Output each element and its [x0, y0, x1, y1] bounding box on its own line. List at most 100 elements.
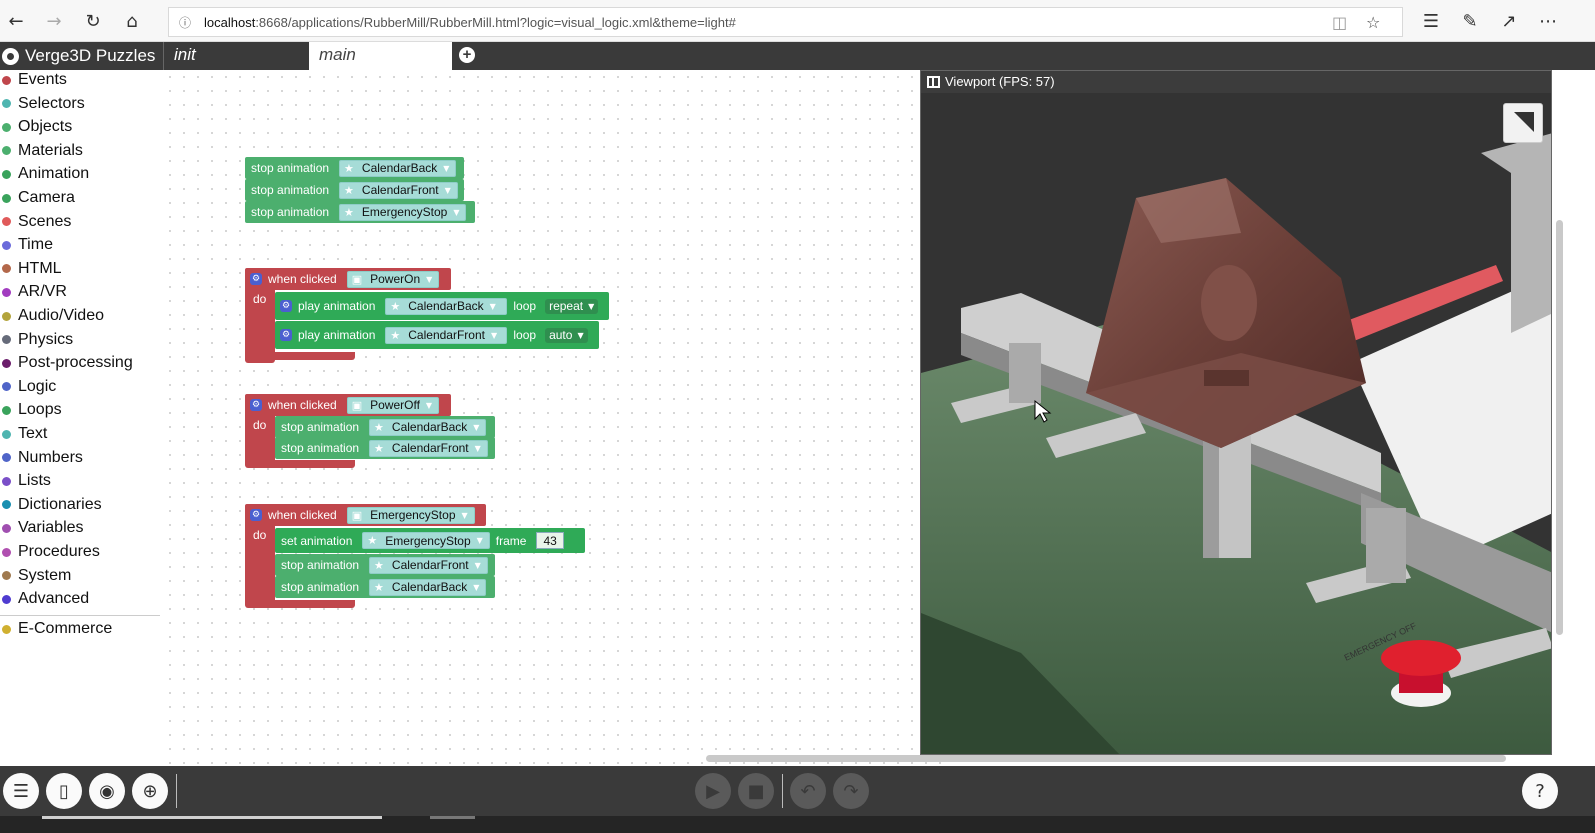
animation-selector[interactable]: ★ CalendarFront ▼	[369, 439, 488, 457]
url-text[interactable]: localhost:8668/applications/RubberMill/R…	[204, 15, 736, 30]
when-clicked-header[interactable]: ⚙ when clicked ▣ PowerOn ▼	[245, 268, 451, 290]
stop-animation-block[interactable]: stop animation ★ CalendarBack ▼	[275, 416, 495, 438]
run-button[interactable]: ▶	[695, 773, 731, 809]
favorite-star-icon[interactable]: ☆	[1366, 13, 1380, 32]
when-clicked-header[interactable]: ⚙ when clicked ▣ EmergencyStop ▼	[245, 504, 486, 526]
category-label: Objects	[18, 118, 73, 136]
address-bar[interactable]: ⓘ localhost:8668/applications/RubberMill…	[168, 7, 1403, 37]
taskbar-indicator	[42, 816, 382, 819]
gear-icon[interactable]: ⚙	[250, 399, 262, 411]
vertical-scrollbar[interactable]	[1556, 220, 1563, 635]
toolbox-category-ar-vr[interactable]: AR/VR	[0, 281, 67, 303]
toolbox-category-procedures[interactable]: Procedures	[0, 541, 100, 563]
puzzle-workspace[interactable]: stop animation ★ CalendarBack ▼ stop anima…	[163, 70, 943, 782]
toolbox-category-time[interactable]: Time	[0, 234, 53, 256]
category-color-dot	[2, 99, 11, 109]
stop-animation-block[interactable]: stop animation ★ EmergencyStop ▼	[245, 201, 475, 223]
animation-selector[interactable]: ★ CalendarBack ▼	[339, 159, 457, 177]
info-icon[interactable]: ⓘ	[179, 14, 191, 31]
favorites-list-icon[interactable]: ☰	[1418, 9, 1444, 35]
pen-icon[interactable]: ✎	[1457, 9, 1483, 35]
toolbox-category-post-processing[interactable]: Post-processing	[0, 352, 133, 374]
object-selector[interactable]: ▣ EmergencyStop ▼	[346, 506, 475, 524]
add-tab-icon[interactable]: +	[459, 47, 475, 63]
toolbox-category-events[interactable]: Events	[0, 69, 67, 91]
play-animation-block[interactable]: ⚙ play animation ★ CalendarBack ▼ loop rep…	[275, 292, 609, 320]
animation-selector[interactable]: ★ CalendarFront ▼	[385, 326, 508, 344]
toolbox-category-variables[interactable]: Variables	[0, 517, 84, 539]
reading-view-icon[interactable]: ◫	[1332, 13, 1347, 32]
gear-icon[interactable]: ⚙	[280, 300, 292, 312]
toolbox-category-lists[interactable]: Lists	[0, 470, 51, 492]
play-animation-block[interactable]: ⚙ play animation ★ CalendarFront ▼ loop au…	[275, 321, 599, 349]
redo-button[interactable]: ↷	[833, 773, 869, 809]
back-arrow-icon[interactable]: ←	[3, 9, 29, 35]
category-color-dot	[2, 358, 11, 368]
stop-animation-block[interactable]: stop animation ★ CalendarBack ▼	[275, 576, 495, 598]
fullscreen-button[interactable]	[1503, 103, 1543, 143]
toolbox-category-objects[interactable]: Objects	[0, 116, 72, 138]
cube-icon: ▣	[351, 508, 363, 522]
toolbox-category-text[interactable]: Text	[0, 423, 47, 445]
save-button[interactable]: ■	[738, 773, 774, 809]
toolbox-category-camera[interactable]: Camera	[0, 187, 75, 209]
stop-animation-block[interactable]: stop animation ★ CalendarFront ▼	[275, 437, 495, 459]
menu-button[interactable]: ☰	[3, 773, 39, 809]
category-label: Scenes	[18, 212, 72, 230]
stop-animation-block[interactable]: stop animation ★ CalendarBack ▼	[245, 157, 464, 179]
stop-animation-block[interactable]: stop animation ★ CalendarFront ▼	[245, 179, 464, 201]
tab-init[interactable]: init	[163, 42, 303, 70]
3d-scene[interactable]: EMERGENCY OFF	[921, 93, 1552, 755]
gear-icon[interactable]: ⚙	[280, 329, 292, 341]
category-color-dot	[2, 500, 11, 510]
animation-selector[interactable]: ★ CalendarBack ▼	[369, 418, 487, 436]
toolbox-category-animation[interactable]: Animation	[0, 163, 89, 185]
toolbox-category-advanced[interactable]: Advanced	[0, 588, 89, 610]
gear-icon[interactable]: ⚙	[250, 509, 262, 521]
viewport-title-bar[interactable]: Viewport (FPS: 57)	[921, 71, 1551, 93]
toolbox-category-dictionaries[interactable]: Dictionaries	[0, 494, 102, 516]
library-button[interactable]: ▯	[46, 773, 82, 809]
object-selector[interactable]: ▣ PowerOff ▼	[346, 396, 440, 414]
object-selector[interactable]: ▣ PowerOn ▼	[346, 270, 440, 288]
more-icon[interactable]: ⋯	[1535, 9, 1561, 35]
viewport-panel[interactable]: Viewport (FPS: 57) EMERGENCY OFF	[920, 70, 1552, 755]
toolbox-category-selectors[interactable]: Selectors	[0, 93, 85, 115]
help-button[interactable]: ?	[1522, 773, 1558, 809]
animation-icon: ★	[390, 328, 401, 342]
reload-icon[interactable]: ↻	[80, 9, 106, 35]
toolbox-category-physics[interactable]: Physics	[0, 329, 73, 351]
when-clicked-header[interactable]: ⚙ when clicked ▣ PowerOff ▼	[245, 394, 451, 416]
tab-main[interactable]: main	[309, 42, 452, 70]
loop-mode-dropdown[interactable]: auto ▼	[545, 327, 588, 343]
loop-mode-dropdown[interactable]: repeat ▼	[545, 298, 599, 314]
gear-icon[interactable]: ⚙	[250, 273, 262, 285]
toolbox-category-scenes[interactable]: Scenes	[0, 211, 71, 233]
toolbox-category-materials[interactable]: Materials	[0, 140, 83, 162]
stop-animation-block[interactable]: stop animation ★ CalendarFront ▼	[275, 554, 495, 576]
toolbox-category-system[interactable]: System	[0, 565, 71, 587]
share-icon[interactable]: ↗	[1496, 9, 1522, 35]
toolbox-category-numbers[interactable]: Numbers	[0, 447, 83, 469]
toolbox-category-loops[interactable]: Loops	[0, 399, 62, 421]
target-button[interactable]: ⊕	[132, 773, 168, 809]
toolbox-category-audio-video[interactable]: Audio/Video	[0, 305, 104, 327]
frame-number-input[interactable]: 43	[536, 532, 564, 549]
set-animation-block[interactable]: set animation ★ EmergencyStop ▼ frame 43	[275, 528, 585, 553]
animation-selector[interactable]: ★ CalendarBack ▼	[369, 578, 487, 596]
animation-selector[interactable]: ★ EmergencyStop ▼	[339, 203, 467, 221]
animation-selector[interactable]: ★ CalendarBack ▼	[385, 297, 508, 315]
toolbox-category-logic[interactable]: Logic	[0, 376, 56, 398]
category-label: AR/VR	[18, 283, 67, 301]
forward-arrow-icon[interactable]: →	[41, 9, 67, 35]
toolbox-category-html[interactable]: HTML	[0, 258, 62, 280]
horizontal-scrollbar[interactable]	[706, 755, 1506, 762]
animation-selector[interactable]: ★ EmergencyStop ▼	[362, 532, 490, 549]
animation-selector[interactable]: ★ CalendarFront ▼	[369, 556, 488, 574]
category-label: Post-processing	[18, 354, 133, 372]
home-icon[interactable]: ⌂	[119, 9, 145, 35]
toolbox-category-e-commerce[interactable]: E-Commerce	[0, 618, 112, 640]
screenshot-button[interactable]: ◉	[89, 773, 125, 809]
undo-button[interactable]: ↶	[790, 773, 826, 809]
animation-selector[interactable]: ★ CalendarFront ▼	[339, 181, 458, 199]
